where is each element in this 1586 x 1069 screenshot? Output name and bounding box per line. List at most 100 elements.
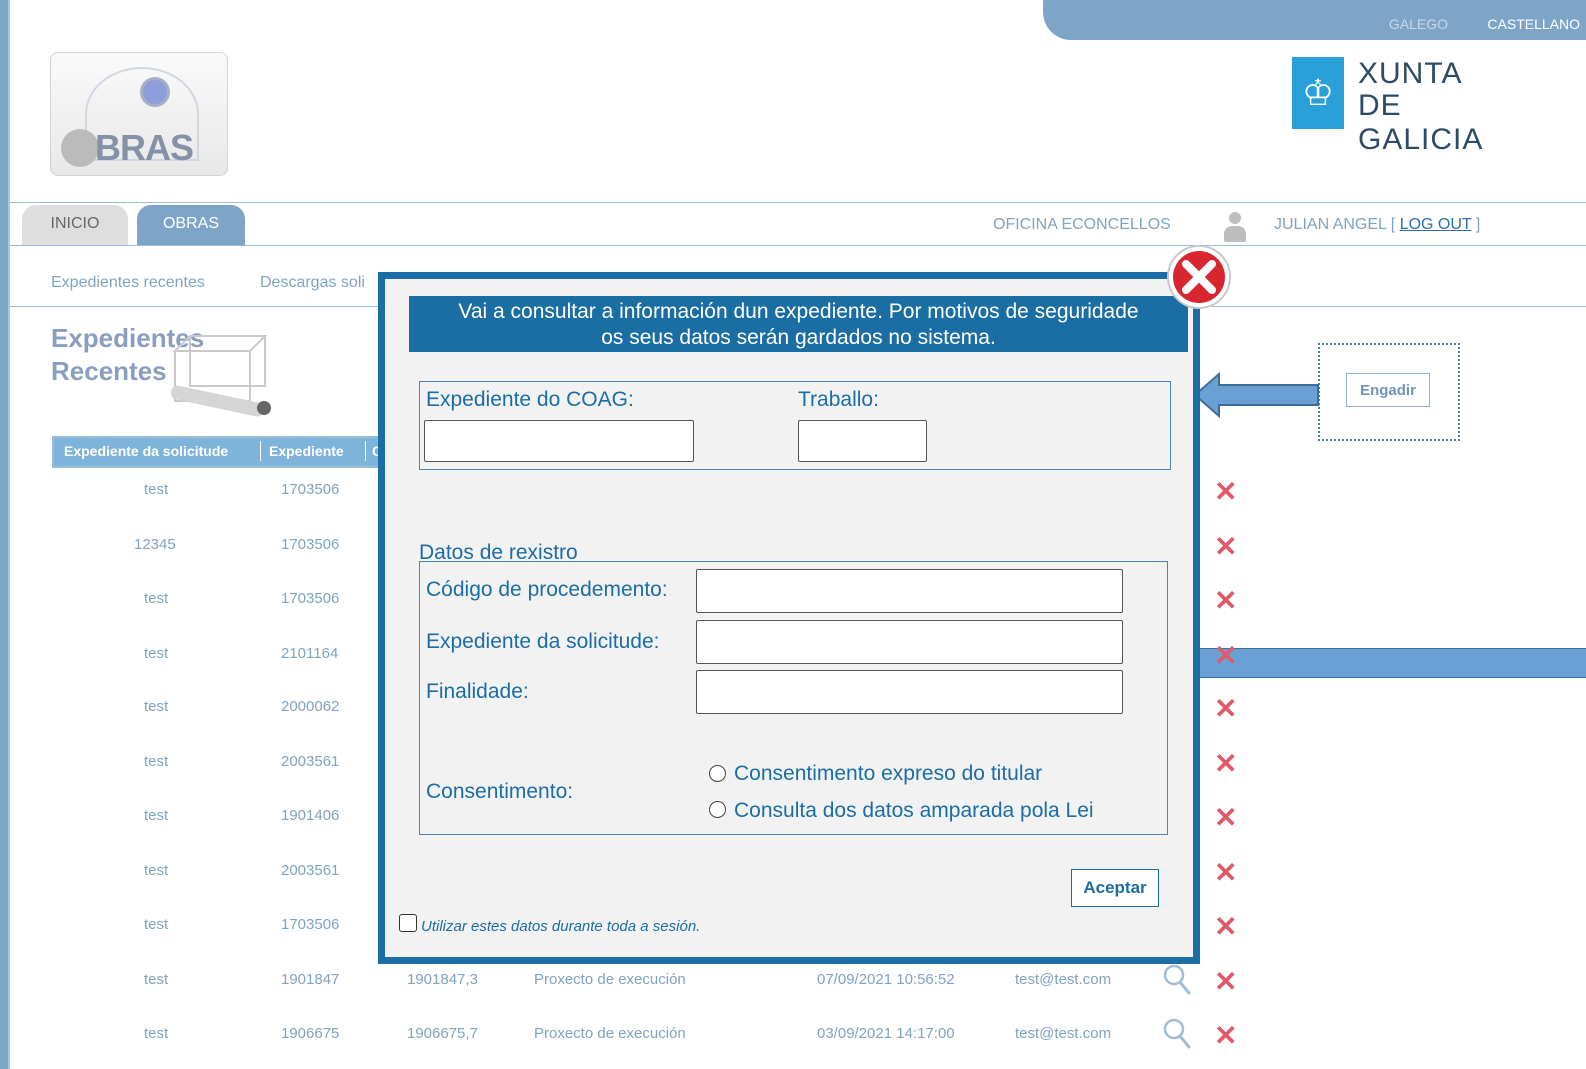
cell-expediente: 2003561 xyxy=(281,753,340,770)
xunta-line1: XUNTA xyxy=(1358,57,1463,90)
delete-icon[interactable]: ✕ xyxy=(1214,910,1237,943)
close-icon[interactable] xyxy=(1162,244,1236,310)
cell-email: test@test.com xyxy=(1015,971,1112,988)
search-icon[interactable] xyxy=(1162,963,1192,997)
nav-bottom-divider xyxy=(10,245,1586,246)
table-row: test 1901847 1901847,3 Proxecto de execució… xyxy=(10,964,1310,1025)
user-bracket: ] xyxy=(1475,216,1481,233)
cell-solicitude: test xyxy=(144,698,169,715)
xunta-emblem-icon: ♔ xyxy=(1292,57,1344,129)
user-name: JULIAN ANGEL [ xyxy=(1274,216,1396,233)
cell-code: 1906675,7 xyxy=(407,1025,478,1042)
cell-solicitude: test xyxy=(144,1025,169,1042)
cell-code: 1901847,3 xyxy=(407,971,478,988)
header-expediente[interactable]: Expediente xyxy=(269,438,344,464)
traballo-input[interactable] xyxy=(798,420,927,462)
cell-expediente: 1703506 xyxy=(281,481,340,498)
consent-titular-radio[interactable] xyxy=(709,765,726,782)
header-sep xyxy=(365,441,366,461)
logout-link[interactable]: LOG OUT xyxy=(1400,216,1472,233)
cell-expediente: 2000062 xyxy=(281,698,340,715)
cell-expediente: 1901406 xyxy=(281,807,340,824)
cell-expediente: 1703506 xyxy=(281,916,340,933)
cell-expediente: 1901847 xyxy=(281,971,340,988)
delete-icon[interactable]: ✕ xyxy=(1214,639,1237,672)
cell-solicitude: 12345 xyxy=(134,536,176,553)
dialog-message-line2: os seus datos serán gardados no sistema. xyxy=(601,326,996,349)
delete-icon[interactable]: ✕ xyxy=(1214,801,1237,834)
cell-solicitude: test xyxy=(144,807,169,824)
cell-email: test@test.com xyxy=(1015,1025,1112,1042)
user-info: JULIAN ANGEL [ LOG OUT ] xyxy=(1274,216,1480,234)
cell-expediente: 2003561 xyxy=(281,862,340,879)
xunta-line2: DE GALICIA xyxy=(1358,89,1484,156)
cell-expediente: 1703506 xyxy=(281,536,340,553)
annotation-arrow-icon xyxy=(1193,372,1319,418)
cell-solicitude: test xyxy=(144,753,169,770)
cell-type: Proxecto de execución xyxy=(534,971,686,988)
procedure-label: Código de procedemento: xyxy=(426,578,668,601)
user-icon xyxy=(1224,212,1246,242)
purpose-input[interactable] xyxy=(696,670,1123,714)
page-frame: GALEGO CASTELLANO BRAS ♔ XUNTA DE GALICI… xyxy=(8,0,1586,1069)
session-checkbox-label[interactable]: Utilizar estes datos durante toda a sesi… xyxy=(421,918,700,935)
delete-icon[interactable]: ✕ xyxy=(1214,747,1237,780)
subnav-downloads[interactable]: Descargas soli xyxy=(260,274,365,292)
tab-inicio[interactable]: INICIO xyxy=(22,205,128,245)
language-galego[interactable]: GALEGO xyxy=(1389,16,1448,32)
cell-type: Proxecto de execución xyxy=(534,1025,686,1042)
add-button[interactable]: Engadir xyxy=(1346,373,1430,407)
cell-expediente: 2101164 xyxy=(281,645,339,662)
logo-wordmark: BRAS xyxy=(95,127,194,168)
cell-solicitude: test xyxy=(144,916,169,933)
header-solicitude[interactable]: Expediente da solicitude xyxy=(64,438,228,464)
add-box: Engadir xyxy=(1318,343,1460,441)
xunta-logo[interactable]: ♔ XUNTA DE GALICIA xyxy=(1292,57,1532,156)
registry-fieldset: Código de procedemento: Expediente da so… xyxy=(419,561,1168,835)
coag-input[interactable] xyxy=(424,420,694,462)
delete-icon[interactable]: ✕ xyxy=(1214,584,1237,617)
delete-icon[interactable]: ✕ xyxy=(1214,530,1237,563)
cell-date: 07/09/2021 10:56:52 xyxy=(817,971,955,988)
accept-button[interactable]: Aceptar xyxy=(1071,869,1159,907)
consult-dialog: Vai a consultar a información dun expedi… xyxy=(378,272,1200,964)
procedure-input[interactable] xyxy=(696,569,1123,613)
purpose-label: Finalidade: xyxy=(426,680,529,703)
delete-icon[interactable]: ✕ xyxy=(1214,1019,1237,1052)
cell-expediente: 1906675 xyxy=(281,1025,340,1042)
coag-label: Expediente do COAG: xyxy=(426,388,634,411)
table-row: test 1906675 1906675,7 Proxecto de execució… xyxy=(10,1018,1310,1069)
subnav-recent[interactable]: Expedientes recentes xyxy=(51,274,205,292)
delete-icon[interactable]: ✕ xyxy=(1214,856,1237,889)
header-sep xyxy=(260,441,261,461)
search-icon[interactable] xyxy=(1162,1017,1192,1051)
consent-law-label[interactable]: Consulta dos datos amparada pola Lei xyxy=(734,799,1094,823)
cell-date: 03/09/2021 14:17:00 xyxy=(817,1025,955,1042)
language-castellano[interactable]: CASTELLANO xyxy=(1487,16,1580,32)
consent-titular-label[interactable]: Consentimento expreso do titular xyxy=(734,762,1042,786)
cell-solicitude: test xyxy=(144,645,169,662)
request-input[interactable] xyxy=(696,620,1123,664)
language-bar: GALEGO CASTELLANO xyxy=(1043,0,1586,40)
obras-logo[interactable]: BRAS xyxy=(50,52,228,176)
delete-icon[interactable]: ✕ xyxy=(1214,475,1237,508)
nav-top-divider xyxy=(10,202,1586,203)
dialog-message: Vai a consultar a información dun expedi… xyxy=(409,296,1188,352)
cell-solicitude: test xyxy=(144,481,169,498)
tab-obras[interactable]: OBRAS xyxy=(137,205,245,245)
delete-icon[interactable]: ✕ xyxy=(1214,692,1237,725)
cell-solicitude: test xyxy=(144,971,169,988)
dialog-message-line1: Vai a consultar a información dun expedi… xyxy=(458,300,1139,323)
logo-small-circle xyxy=(140,77,170,107)
session-checkbox[interactable] xyxy=(399,914,417,932)
cell-solicitude: test xyxy=(144,590,169,607)
cell-expediente: 1703506 xyxy=(281,590,340,607)
consent-law-radio[interactable] xyxy=(709,801,726,818)
office-name: OFICINA ECONCELLOS xyxy=(993,216,1171,233)
cell-solicitude: test xyxy=(144,862,169,879)
logo-big-circle xyxy=(61,129,99,167)
blueprint-roll-icon xyxy=(170,335,271,417)
coag-fieldset: Expediente do COAG: Traballo: xyxy=(419,381,1171,470)
delete-icon[interactable]: ✕ xyxy=(1214,965,1237,998)
consent-label: Consentimento: xyxy=(426,780,574,803)
